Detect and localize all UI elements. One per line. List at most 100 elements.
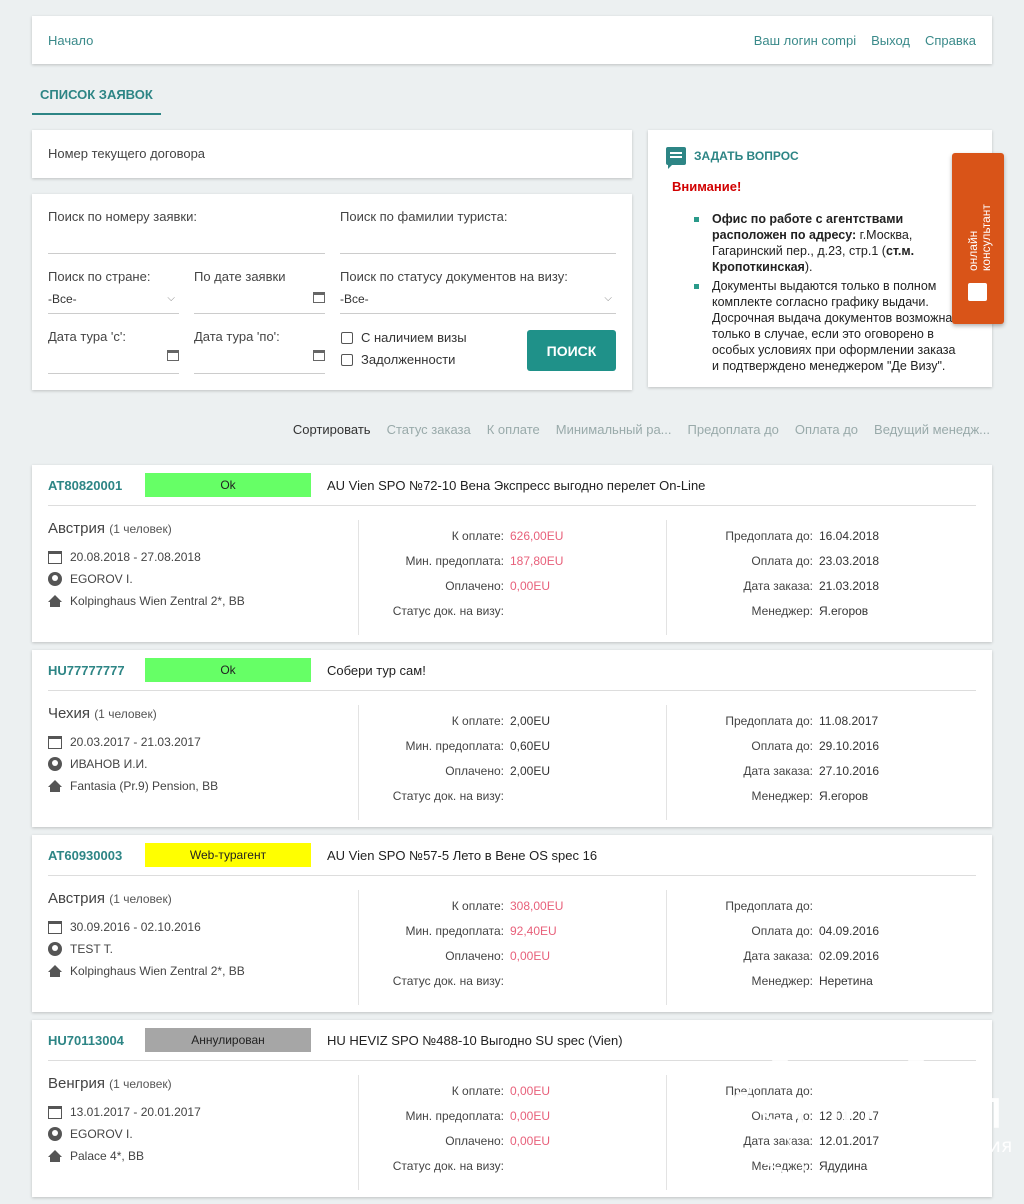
search-button[interactable]: Поиск	[527, 330, 616, 371]
people-count: (1 человек)	[94, 707, 157, 721]
tour-to-field[interactable]: Дата тура 'по':	[194, 329, 325, 374]
visa-status-value: -Все-	[340, 292, 369, 306]
help-link[interactable]: Справка	[925, 33, 976, 48]
home-link[interactable]: Начало	[48, 33, 93, 48]
home-icon	[48, 779, 62, 792]
people-count: (1 человек)	[109, 892, 172, 906]
online-consultant-button[interactable]: онлайн консультант	[952, 153, 1004, 324]
debts-label: Задолженности	[361, 352, 456, 367]
sort-bar: Сортировать Статус заказа К оплате Миним…	[293, 422, 990, 437]
tour-dates: 13.01.2017 - 20.01.2017	[48, 1105, 201, 1119]
country-value: -Все-	[48, 292, 77, 306]
order-date-label: По дате заявки	[194, 269, 286, 284]
ask-question-link[interactable]: Задать вопрос	[666, 147, 799, 169]
calendar-icon	[48, 550, 62, 564]
calendar-icon[interactable]	[167, 350, 179, 361]
status-badge: Аннулирован	[145, 1028, 311, 1052]
tourist-name: ИВАНОВ И.И.	[48, 757, 148, 771]
order-number-label: Поиск по номеру заявки:	[48, 209, 197, 224]
order-number-link[interactable]: AT80820001	[48, 478, 122, 493]
with-visa-checkbox[interactable]: С наличием визы	[341, 330, 467, 345]
visa-status-label: Поиск по статусу документов на визу:	[340, 269, 568, 284]
tab-bar: Список заявок	[32, 80, 161, 115]
hotel-name: Fantasia (Pr.9) Pension, BB	[48, 779, 218, 793]
hotel-name: Kolpinghaus Wien Zentral 2*, BB	[48, 594, 245, 608]
svg-text:веб студия: веб студия	[902, 1135, 1012, 1157]
with-visa-label: С наличием визы	[361, 330, 467, 345]
documents-text: Документы выдаются только в полном компл…	[712, 279, 956, 373]
chat-icon	[666, 147, 686, 169]
tour-from-label: Дата тура 'с':	[48, 329, 126, 344]
order-card: HU77777777 Ok Собери тур сам! Чехия (1 ч…	[32, 650, 992, 827]
hotel-name: Palace 4*, BB	[48, 1149, 144, 1163]
status-badge: Ok	[145, 658, 311, 682]
home-icon	[48, 1149, 62, 1162]
user-menu: Ваш логин compi Выход Справка	[754, 33, 976, 48]
sort-option-status[interactable]: Статус заказа	[387, 422, 471, 437]
tour-dates: 30.09.2016 - 02.10.2016	[48, 920, 201, 934]
sort-option-to-pay[interactable]: К оплате	[487, 422, 540, 437]
sort-option-manager[interactable]: Ведущий менедж...	[874, 422, 990, 437]
order-number-link[interactable]: AT60930003	[48, 848, 122, 863]
checkbox-icon[interactable]	[341, 353, 353, 366]
current-contract-panel: Номер текущего договора	[32, 130, 632, 178]
status-badge: Ok	[145, 473, 311, 497]
chevron-down-icon: ⌵	[167, 293, 175, 304]
sort-option-prepay-until[interactable]: Предоплата до	[688, 422, 779, 437]
notice-documents-item: Документы выдаются только в полном компл…	[684, 278, 956, 374]
tour-from-field[interactable]: Дата тура 'с':	[48, 329, 179, 374]
country-title: Австрия (1 человек)	[48, 520, 172, 537]
current-contract-label: Номер текущего договора	[48, 146, 206, 161]
people-count: (1 человек)	[109, 522, 172, 536]
divider	[48, 505, 976, 506]
order-number-field[interactable]: Поиск по номеру заявки:	[48, 209, 325, 254]
tour-to-label: Дата тура 'по':	[194, 329, 280, 344]
home-icon	[48, 964, 62, 977]
country-select[interactable]: Поиск по стране: -Все- ⌵	[48, 269, 179, 315]
warning-title: Внимание!	[672, 179, 742, 194]
order-card: AT80820001 Ok AU Vien SPO №72-10 Вена Эк…	[32, 465, 992, 642]
order-number-link[interactable]: HU77777777	[48, 663, 125, 678]
consultant-label: онлайн консультант	[966, 204, 993, 271]
order-number-link[interactable]: HU70113004	[48, 1033, 124, 1048]
tab-orders-list[interactable]: Список заявок	[32, 80, 161, 115]
tour-name: AU Vien SPO №72-10 Вена Экспресс выгодно…	[327, 478, 706, 493]
country-label: Поиск по стране:	[48, 269, 151, 284]
country-title: Венгрия (1 человек)	[48, 1075, 172, 1092]
divider	[48, 875, 976, 876]
hotel-name: Kolpinghaus Wien Zentral 2*, BB	[48, 964, 245, 978]
search-panel: Поиск по номеру заявки: Поиск по фамилии…	[32, 194, 632, 390]
user-icon	[48, 942, 62, 956]
notice-address-item: Офис по работе с агентствами расположен …	[684, 211, 956, 275]
ask-question-label: Задать вопрос	[694, 149, 799, 163]
foksel-logo: фоксел веб студия	[695, 1043, 1012, 1190]
calendar-icon[interactable]	[313, 292, 325, 303]
top-bar: Начало Ваш логин compi Выход Справка	[32, 16, 992, 64]
svg-text:фоксел: фоксел	[794, 1078, 1003, 1141]
logout-link[interactable]: Выход	[871, 33, 910, 48]
surname-field[interactable]: Поиск по фамилии туриста:	[340, 209, 616, 254]
tourist-name: TEST T.	[48, 942, 113, 956]
sort-option-min-payment[interactable]: Минимальный ра...	[556, 422, 672, 437]
country-title: Австрия (1 человек)	[48, 890, 172, 907]
order-card: AT60930003 Web-турагент AU Vien SPO №57-…	[32, 835, 992, 1012]
tour-dates: 20.03.2017 - 21.03.2017	[48, 735, 201, 749]
visa-status-select[interactable]: Поиск по статусу документов на визу: -Вс…	[340, 269, 616, 315]
login-link[interactable]: Ваш логин compi	[754, 33, 856, 48]
surname-label: Поиск по фамилии туриста:	[340, 209, 508, 224]
user-icon	[48, 572, 62, 586]
country-title: Чехия (1 человек)	[48, 705, 157, 722]
notice-panel: Задать вопрос Внимание! Офис по работе с…	[648, 130, 992, 387]
sort-label: Сортировать	[292, 422, 371, 437]
tour-name: Собери тур сам!	[327, 663, 426, 678]
debts-checkbox[interactable]: Задолженности	[341, 352, 455, 367]
status-badge: Web-турагент	[145, 843, 311, 867]
home-icon	[48, 594, 62, 607]
user-icon	[48, 1127, 62, 1141]
checkbox-icon[interactable]	[341, 331, 353, 344]
calendar-icon	[48, 920, 62, 934]
sort-option-pay-until[interactable]: Оплата до	[795, 422, 858, 437]
order-date-field[interactable]: По дате заявки	[194, 269, 325, 315]
tour-name: HU HEVIZ SPO №488-10 Выгодно SU spec (Vi…	[327, 1033, 623, 1048]
calendar-icon[interactable]	[313, 350, 325, 361]
